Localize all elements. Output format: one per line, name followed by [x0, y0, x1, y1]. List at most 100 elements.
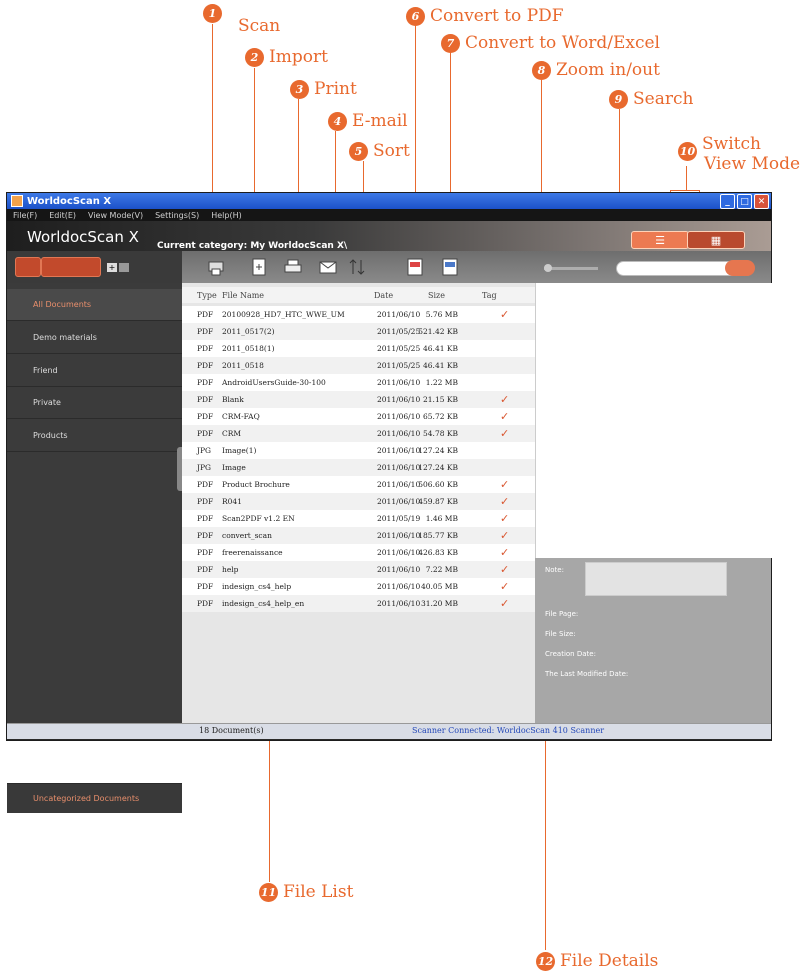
- tag-check-icon[interactable]: ✓: [500, 510, 509, 527]
- close-button[interactable]: ✕: [754, 194, 769, 209]
- callout-email: 4 E-mail: [328, 111, 408, 131]
- table-row[interactable]: PDF convert_scan 2011/06/10 185.77 KB ✓: [182, 527, 535, 544]
- email-icon[interactable]: [317, 256, 339, 278]
- convert-pdf-icon[interactable]: [404, 256, 426, 278]
- tag-check-icon[interactable]: ✓: [500, 391, 509, 408]
- print-icon[interactable]: [282, 256, 304, 278]
- column-date[interactable]: Date: [374, 287, 393, 304]
- document-count: 18 Document(s): [199, 726, 264, 735]
- table-row[interactable]: PDF Scan2PDF v1.2 EN 2011/05/19 1.46 MB ✓: [182, 510, 535, 527]
- menu-edit[interactable]: Edit(E): [49, 211, 76, 220]
- table-row[interactable]: PDF 2011_0518(1) 2011/05/25 46.41 KB: [182, 340, 535, 357]
- file-name: indesign_cs4_help: [222, 582, 292, 591]
- sidebar-item-products[interactable]: Products: [7, 420, 182, 452]
- file-date: 2011/06/10: [377, 480, 421, 489]
- column-file-name[interactable]: File Name: [222, 287, 264, 304]
- file-name: Product Brochure: [222, 480, 290, 489]
- list-view-button[interactable]: ☰: [631, 231, 689, 249]
- sidebar-item-all-documents[interactable]: All Documents: [7, 289, 182, 321]
- remove-category-button[interactable]: [119, 263, 129, 272]
- table-row[interactable]: PDF 20100928_HD7_HTC_WWE_UM 2011/06/10 5.76…: [182, 306, 535, 323]
- table-row[interactable]: PDF freerenaissance 2011/06/10 426.83 KB ✓: [182, 544, 535, 561]
- menu-file[interactable]: File(F): [13, 211, 37, 220]
- table-row[interactable]: PDF 2011_0518 2011/05/25 46.41 KB: [182, 357, 535, 374]
- zoom-handle[interactable]: [544, 264, 552, 272]
- search-button[interactable]: [725, 260, 755, 276]
- callout-number: 1: [203, 4, 222, 23]
- callout-label: Scan: [238, 16, 281, 36]
- file-name: help: [222, 565, 239, 574]
- tag-check-icon[interactable]: ✓: [500, 425, 509, 442]
- column-size[interactable]: Size: [428, 287, 445, 304]
- sidebar-item-demo-materials[interactable]: Demo materials: [7, 322, 182, 354]
- callout-number: 10: [678, 142, 697, 161]
- sidebar-item-uncategorized[interactable]: Uncategorized Documents: [7, 783, 182, 813]
- convert-word-icon[interactable]: [439, 256, 461, 278]
- file-size: 54.78 KB: [423, 429, 458, 438]
- table-row[interactable]: JPG Image 2011/06/10 127.24 KB: [182, 459, 535, 476]
- tag-check-icon[interactable]: ✓: [500, 578, 509, 595]
- file-size: 127.24 KB: [418, 463, 458, 472]
- tag-check-icon[interactable]: ✓: [500, 408, 509, 425]
- tag-check-icon[interactable]: ✓: [500, 544, 509, 561]
- menu-help[interactable]: Help(H): [211, 211, 242, 220]
- maximize-button[interactable]: □: [737, 194, 752, 209]
- file-name: AndroidUsersGuide-30-100: [222, 378, 326, 387]
- import-icon[interactable]: [248, 256, 270, 278]
- column-type[interactable]: Type: [197, 287, 217, 304]
- file-list-header: Type File Name Date Size Tag: [182, 287, 535, 303]
- file-type: PDF: [197, 548, 214, 557]
- zoom-slider[interactable]: [544, 267, 598, 270]
- back-button[interactable]: [41, 257, 101, 277]
- file-type: PDF: [197, 395, 214, 404]
- callout-number: 7: [441, 33, 460, 53]
- callout-label: Import: [269, 47, 328, 67]
- scan-icon[interactable]: [206, 256, 228, 278]
- home-button[interactable]: [15, 257, 41, 277]
- add-category-button[interactable]: +: [107, 263, 117, 272]
- tag-check-icon[interactable]: ✓: [500, 306, 509, 323]
- column-tag[interactable]: Tag: [482, 287, 497, 304]
- table-row[interactable]: PDF CRM-FAQ 2011/06/10 65.72 KB ✓: [182, 408, 535, 425]
- file-size: 459.87 KB: [418, 497, 458, 506]
- tag-check-icon[interactable]: ✓: [500, 476, 509, 493]
- table-row[interactable]: PDF Product Brochure 2011/06/10 506.60 KB ✓: [182, 476, 535, 493]
- menu-view-mode[interactable]: View Mode(V): [88, 211, 143, 220]
- table-row[interactable]: PDF Blank 2011/06/10 21.15 KB ✓: [182, 391, 535, 408]
- menu-settings[interactable]: Settings(S): [155, 211, 199, 220]
- file-type: PDF: [197, 429, 214, 438]
- file-type: PDF: [197, 480, 214, 489]
- callout-number: 6: [406, 6, 425, 26]
- current-category: Current category: My WorldocScan X\: [157, 241, 348, 251]
- note-field[interactable]: [585, 562, 727, 596]
- table-row[interactable]: PDF R041 2011/06/10 459.87 KB ✓: [182, 493, 535, 510]
- file-name: Scan2PDF v1.2 EN: [222, 514, 295, 523]
- table-row[interactable]: PDF indesign_cs4_help_en 2011/06/10 31.20 M…: [182, 595, 535, 612]
- file-name: Image: [222, 463, 246, 472]
- table-row[interactable]: JPG Image(1) 2011/06/10 127.24 KB: [182, 442, 535, 459]
- sort-icon[interactable]: [346, 256, 368, 278]
- tag-check-icon[interactable]: ✓: [500, 493, 509, 510]
- file-size: 65.72 KB: [423, 412, 458, 421]
- file-size: 506.60 KB: [418, 480, 458, 489]
- sidebar-item-friend[interactable]: Friend: [7, 355, 182, 387]
- table-row[interactable]: PDF indesign_cs4_help 2011/06/10 40.05 MB ✓: [182, 578, 535, 595]
- file-type: PDF: [197, 310, 214, 319]
- table-row[interactable]: PDF CRM 2011/06/10 54.78 KB ✓: [182, 425, 535, 442]
- window-title: WorldocScan X: [27, 195, 112, 207]
- table-row[interactable]: PDF 2011_0517(2) 2011/05/25 521.42 KB: [182, 323, 535, 340]
- tag-check-icon[interactable]: ✓: [500, 595, 509, 612]
- list-icon: ☰: [655, 233, 665, 247]
- tag-check-icon[interactable]: ✓: [500, 561, 509, 578]
- file-date: 2011/05/25: [377, 361, 421, 370]
- table-row[interactable]: PDF AndroidUsersGuide-30-100 2011/06/10 1.2…: [182, 374, 535, 391]
- sidebar-item-private[interactable]: Private: [7, 387, 182, 419]
- file-date: 2011/06/10: [377, 565, 421, 574]
- grid-view-button[interactable]: ▦: [687, 231, 745, 249]
- file-size-label: File Size:: [545, 630, 576, 638]
- callout-label: File Details: [560, 951, 659, 971]
- tag-check-icon[interactable]: ✓: [500, 527, 509, 544]
- file-name: Blank: [222, 395, 244, 404]
- minimize-button[interactable]: _: [720, 194, 735, 209]
- table-row[interactable]: PDF help 2011/06/10 7.22 MB ✓: [182, 561, 535, 578]
